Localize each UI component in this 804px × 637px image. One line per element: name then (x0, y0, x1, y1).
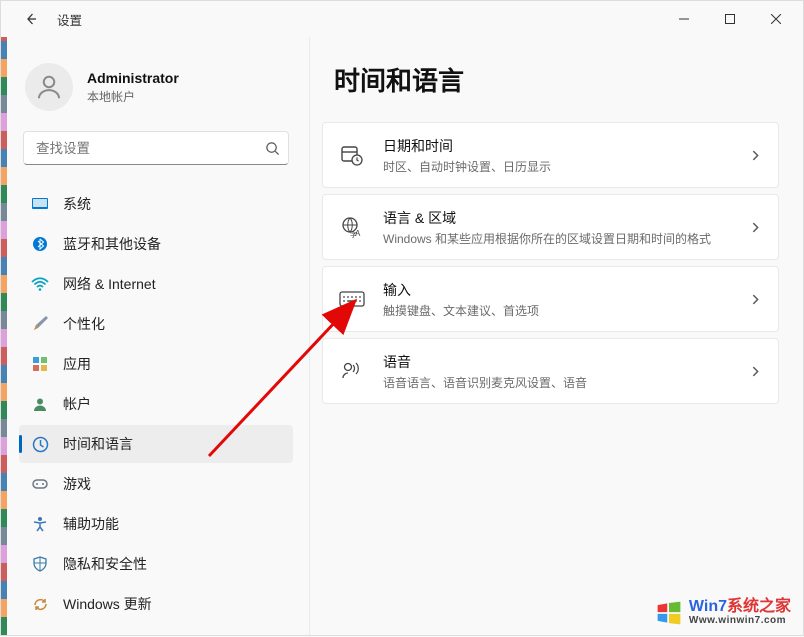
svg-text:字: 字 (350, 230, 357, 239)
card-sub: 时区、自动时钟设置、日历显示 (383, 158, 749, 175)
speech-icon (335, 354, 369, 388)
sidebar-item-label: Windows 更新 (63, 594, 152, 614)
sidebar-item-label: 系统 (63, 194, 91, 214)
update-icon (31, 595, 49, 613)
search-box[interactable] (23, 131, 289, 165)
user-text: Administrator 本地帐户 (87, 70, 179, 105)
watermark-logo-icon (655, 599, 683, 627)
sidebar-item-accounts[interactable]: 帐户 (19, 385, 293, 423)
card-sub: 语音语言、语音识别麦克风设置、语音 (383, 374, 749, 391)
user-name: Administrator (87, 70, 179, 86)
watermark-brand-2: 系统之家 (727, 598, 791, 615)
sidebar-item-apps[interactable]: 应用 (19, 345, 293, 383)
sidebar-item-label: 个性化 (63, 314, 105, 334)
sidebar-item-label: 辅助功能 (63, 514, 119, 534)
sidebar-item-privacy[interactable]: 隐私和安全性 (19, 545, 293, 583)
accessibility-icon (31, 515, 49, 533)
maximize-icon (725, 14, 735, 24)
user-sub: 本地帐户 (87, 88, 179, 105)
minimize-button[interactable] (661, 1, 707, 37)
sidebar-item-label: 应用 (63, 354, 91, 374)
chevron-right-icon (749, 365, 762, 378)
apps-icon (31, 355, 49, 373)
sidebar-item-bluetooth[interactable]: 蓝牙和其他设备 (19, 225, 293, 263)
clock-globe-icon (31, 435, 49, 453)
back-arrow-icon (23, 11, 39, 27)
shield-icon (31, 555, 49, 573)
sidebar-item-update[interactable]: Windows 更新 (19, 585, 293, 623)
card-text: 日期和时间 时区、自动时钟设置、日历显示 (383, 136, 749, 175)
content-area: 时间和语言 日期和时间 时区、自动时钟设置、日历显示 A字 语言 & 区域 Wi… (309, 37, 803, 635)
page-title: 时间和语言 (322, 61, 779, 98)
calendar-clock-icon (335, 138, 369, 172)
watermark-url: Www.winwin7.com (689, 616, 791, 627)
card-sub: 触摸键盘、文本建议、首选项 (383, 302, 749, 319)
minimize-icon (679, 14, 689, 24)
chevron-right-icon (749, 149, 762, 162)
card-speech[interactable]: 语音 语音语言、语音识别麦克风设置、语音 (322, 338, 779, 404)
window-controls (661, 1, 799, 37)
sidebar-item-label: 时间和语言 (63, 434, 133, 454)
sidebar-item-time-language[interactable]: 时间和语言 (19, 425, 293, 463)
sidebar: Administrator 本地帐户 系统 蓝牙和其他设备 网络 & Inter… (1, 37, 301, 635)
card-text: 输入 触摸键盘、文本建议、首选项 (383, 280, 749, 319)
keyboard-icon (335, 282, 369, 316)
sidebar-item-gaming[interactable]: 游戏 (19, 465, 293, 503)
watermark: Win7系统之家 Www.winwin7.com (655, 599, 791, 627)
globe-language-icon: A字 (335, 210, 369, 244)
card-title: 语言 & 区域 (383, 208, 749, 228)
sidebar-item-label: 游戏 (63, 474, 91, 494)
game-icon (31, 475, 49, 493)
close-icon (771, 14, 781, 24)
sidebar-item-personalization[interactable]: 个性化 (19, 305, 293, 343)
account-icon (31, 395, 49, 413)
wifi-icon (31, 275, 49, 293)
card-typing[interactable]: 输入 触摸键盘、文本建议、首选项 (322, 266, 779, 332)
system-icon (31, 195, 49, 213)
back-button[interactable] (17, 5, 45, 33)
card-title: 日期和时间 (383, 136, 749, 156)
brush-icon (31, 315, 49, 333)
avatar (25, 63, 73, 111)
sidebar-item-label: 隐私和安全性 (63, 554, 147, 574)
card-text: 语音 语音语言、语音识别麦克风设置、语音 (383, 352, 749, 391)
user-icon (34, 72, 64, 102)
sidebar-item-label: 网络 & Internet (63, 274, 156, 294)
watermark-text: Win7系统之家 Www.winwin7.com (689, 599, 791, 626)
maximize-button[interactable] (707, 1, 753, 37)
chevron-right-icon (749, 221, 762, 234)
card-date-time[interactable]: 日期和时间 时区、自动时钟设置、日历显示 (322, 122, 779, 188)
search-input[interactable] (36, 141, 265, 156)
window-title: 设置 (57, 10, 82, 29)
user-block[interactable]: Administrator 本地帐户 (19, 55, 293, 131)
sidebar-item-system[interactable]: 系统 (19, 185, 293, 223)
card-language-region[interactable]: A字 语言 & 区域 Windows 和某些应用根据你所在的区域设置日期和时间的… (322, 194, 779, 260)
close-button[interactable] (753, 1, 799, 37)
card-title: 语音 (383, 352, 749, 372)
sidebar-item-network[interactable]: 网络 & Internet (19, 265, 293, 303)
watermark-brand-1: Win7 (689, 598, 727, 615)
nav: 系统 蓝牙和其他设备 网络 & Internet 个性化 应用 帐户 (19, 185, 293, 635)
sidebar-item-label: 蓝牙和其他设备 (63, 234, 161, 254)
card-title: 输入 (383, 280, 749, 300)
search-icon (265, 141, 280, 156)
bluetooth-icon (31, 235, 49, 253)
title-bar: 设置 (1, 1, 803, 37)
sidebar-item-label: 帐户 (63, 394, 91, 414)
sidebar-item-accessibility[interactable]: 辅助功能 (19, 505, 293, 543)
chevron-right-icon (749, 293, 762, 306)
card-text: 语言 & 区域 Windows 和某些应用根据你所在的区域设置日期和时间的格式 (383, 208, 749, 247)
card-sub: Windows 和某些应用根据你所在的区域设置日期和时间的格式 (383, 230, 749, 247)
